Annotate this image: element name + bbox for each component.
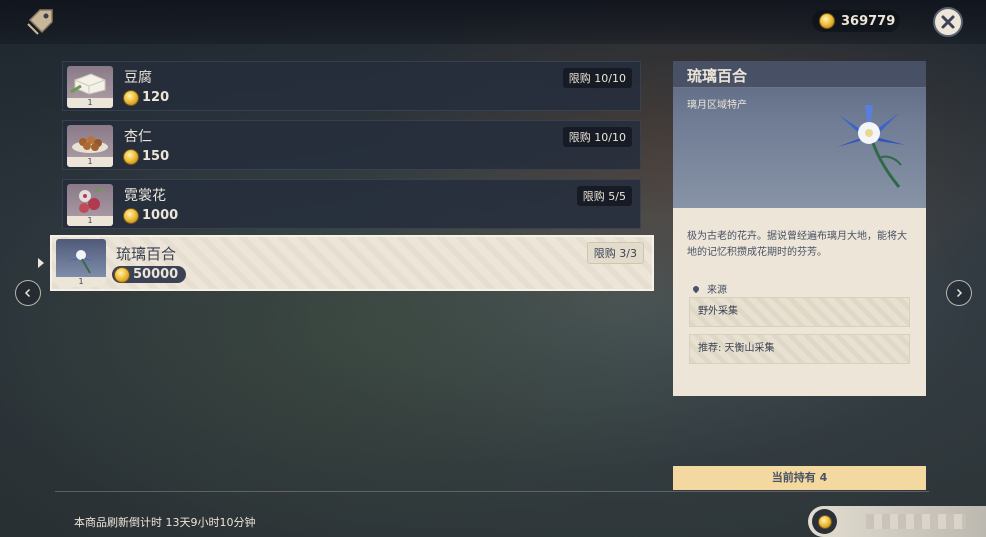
detail-title: 琉璃百合: [687, 67, 748, 85]
selection-marker-icon: [38, 258, 44, 268]
mora-amount: 369779: [841, 13, 896, 29]
item-price: 1000: [124, 208, 178, 223]
item-quantity: 1: [67, 98, 113, 108]
top-bar: 369779: [0, 0, 986, 44]
item-name: 霓裳花: [124, 188, 166, 204]
glaze-lily-large-icon: [819, 95, 919, 195]
almond-icon: 1: [67, 125, 113, 167]
mora-coin-icon: [820, 14, 834, 28]
close-icon: [941, 15, 955, 29]
location-pin-icon: [691, 284, 701, 293]
current-holding: 当前持有 4: [673, 466, 926, 490]
obscured-area: [866, 514, 966, 529]
shop-item-tofu[interactable]: 1 豆腐 120 限购 10/10: [62, 61, 641, 111]
mora-coin-icon: [124, 149, 138, 164]
mora-coin-icon: [115, 267, 129, 282]
detail-header: 琉璃百合 璃月区域特产: [673, 61, 926, 208]
purchase-bar[interactable]: [808, 506, 986, 537]
chevron-left-icon: [24, 288, 31, 298]
mora-balance: 369779: [812, 10, 900, 32]
item-price: 150: [124, 149, 169, 164]
item-name: 豆腐: [124, 70, 152, 86]
next-page-button[interactable]: [946, 280, 972, 306]
detail-subtitle: 璃月区域特产: [687, 100, 747, 111]
detail-body: 极为古老的花卉。据说曾经遍布璃月大地，能将大地的记忆积攒成花期时的芬芳。 来源 …: [673, 208, 926, 396]
item-description: 极为古老的花卉。据说曾经遍布璃月大地，能将大地的记忆积攒成花期时的芬芳。: [687, 231, 907, 258]
shop-item-almond[interactable]: 1 杏仁 150 限购 10/10: [62, 120, 641, 170]
tofu-icon: 1: [67, 66, 113, 108]
item-name: 琉璃百合: [116, 245, 177, 263]
item-quantity: 1: [67, 216, 113, 226]
divider: [55, 491, 929, 492]
item-detail-panel: 琉璃百合 璃月区域特产 极为古老的花卉。据说曾经遍布璃月大地，能将大地的记忆积攒…: [673, 61, 926, 396]
close-button[interactable]: [933, 7, 963, 37]
purchase-limit-badge: 限购 3/3: [586, 242, 644, 264]
source-entry: 野外采集: [689, 297, 910, 327]
refresh-countdown: 本商品刷新倒计时 13天9小时10分钟: [74, 516, 256, 529]
item-name: 杏仁: [124, 129, 152, 145]
shop-item-silk-flower[interactable]: 1 霓裳花 1000 限购 5/5: [62, 179, 641, 229]
item-quantity: 1: [56, 277, 106, 287]
source-heading: 来源: [691, 281, 727, 296]
item-price: 120: [124, 90, 169, 105]
purchase-limit-badge: 限购 5/5: [576, 186, 632, 206]
glaze-lily-icon: 1: [56, 239, 106, 287]
item-price: 50000: [112, 266, 187, 283]
chevron-right-icon: [956, 288, 963, 298]
mora-coin-icon: [812, 509, 837, 534]
previous-page-button[interactable]: [15, 280, 41, 306]
mora-coin-icon: [124, 208, 138, 223]
item-quantity: 1: [67, 157, 113, 167]
detail-title-bar: 琉璃百合: [673, 61, 926, 88]
mora-coin-icon: [124, 90, 138, 105]
silk-flower-icon: 1: [67, 184, 113, 226]
purchase-limit-badge: 限购 10/10: [562, 68, 632, 88]
price-tag-icon: [24, 6, 56, 38]
purchase-limit-badge: 限购 10/10: [562, 127, 632, 147]
source-entry: 推荐: 天衡山采集: [689, 334, 910, 364]
shop-item-glaze-lily[interactable]: 1 琉璃百合 50000 限购 3/3: [50, 235, 654, 291]
